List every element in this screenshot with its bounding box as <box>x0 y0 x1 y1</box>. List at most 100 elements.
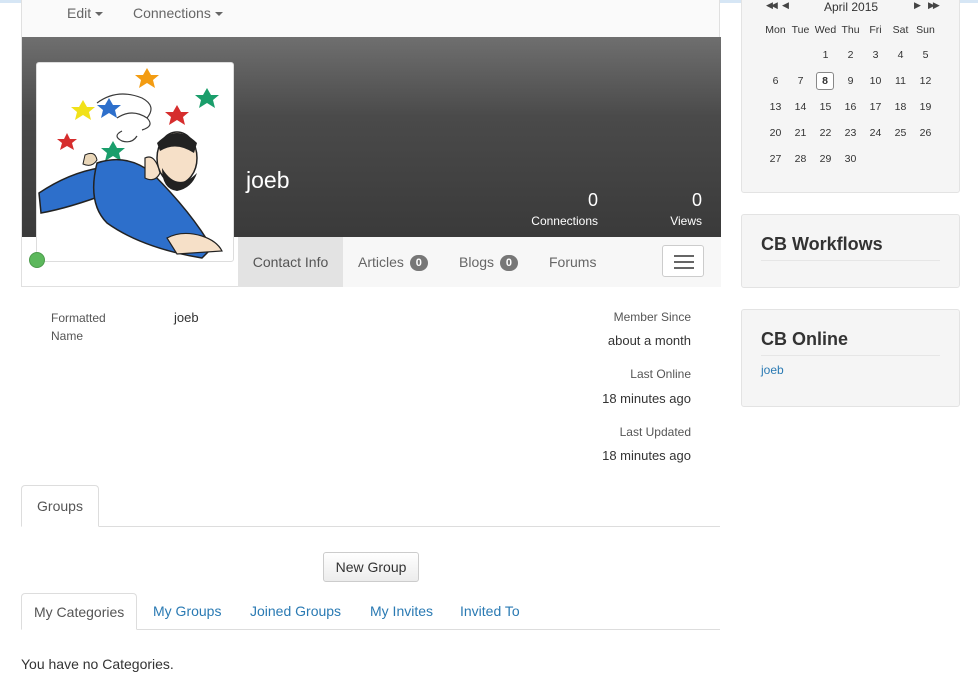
views-stat: 0 Views <box>650 190 702 228</box>
calendar-day[interactable]: 14 <box>788 101 813 113</box>
profile-card: Edit Connections joeb 0 Connections 0 Vi… <box>21 0 721 287</box>
views-stat-label: Views <box>670 214 702 228</box>
calendar-weekday-sun: Sun <box>916 24 935 36</box>
articles-count-badge: 0 <box>409 255 428 271</box>
subtab-my-groups[interactable]: My Groups <box>153 593 221 630</box>
calendar-day[interactable]: 3 <box>863 49 888 61</box>
tab-articles-label: Articles <box>358 254 404 270</box>
connections-count: 0 <box>587 190 598 210</box>
edit-menu-label: Edit <box>67 5 92 21</box>
formatted-name-value: joeb <box>174 310 199 325</box>
calendar-day[interactable]: 11 <box>888 75 913 87</box>
profile-menu-bar: Edit Connections <box>22 0 719 37</box>
calendar-day[interactable]: 15 <box>813 101 838 113</box>
connections-menu-label: Connections <box>133 5 211 21</box>
blogs-count-badge: 0 <box>499 255 519 271</box>
calendar-day[interactable]: 9 <box>838 75 863 87</box>
avatar[interactable] <box>36 62 234 262</box>
subtab-invited-to[interactable]: Invited To <box>460 593 520 630</box>
last-online-value: 18 minutes ago <box>602 391 691 406</box>
calendar-day[interactable]: 12 <box>913 75 938 87</box>
calendar-weekday-wed: Wed <box>814 24 837 36</box>
calendar-day[interactable]: 21 <box>788 127 813 139</box>
subtab-my-categories[interactable]: My Categories <box>21 593 138 630</box>
formatted-name-label-line1: Formatted <box>51 311 106 325</box>
calendar-day[interactable]: 26 <box>913 127 938 139</box>
tab-articles[interactable]: Articles 0 <box>358 237 428 287</box>
calendar-day[interactable]: 6 <box>763 75 788 87</box>
tab-forums[interactable]: Forums <box>549 237 596 287</box>
workflows-divider <box>761 260 940 261</box>
calendar-day[interactable]: 25 <box>888 127 913 139</box>
calendar-weekday-sat: Sat <box>892 24 909 36</box>
calendar-day[interactable]: 27 <box>763 153 788 165</box>
workflows-panel: CB Workflows <box>741 214 960 288</box>
calendar-weekday-thu: Thu <box>841 24 860 36</box>
calendar-day[interactable]: 4 <box>888 49 913 61</box>
last-online-label: Last Online <box>630 367 691 381</box>
formatted-name-label: Formatted Name <box>51 309 106 345</box>
calendar-weekday-tue: Tue <box>791 24 810 36</box>
calendar-weekday-mon: Mon <box>765 24 786 36</box>
avatar-cartoon-image <box>38 68 223 259</box>
profile-username: joeb <box>246 167 290 193</box>
member-since-label: Member Since <box>613 310 691 324</box>
calendar-day[interactable]: 28 <box>788 153 813 165</box>
formatted-name-label-line2: Name <box>51 329 84 343</box>
empty-categories-message: You have no Categories. <box>21 656 174 672</box>
subtab-joined-groups[interactable]: Joined Groups <box>250 593 341 630</box>
online-user-link[interactable]: joeb <box>761 363 784 377</box>
tab-contact-info[interactable]: Contact Info <box>238 237 343 287</box>
last-updated-label: Last Updated <box>619 425 691 439</box>
calendar-day-today[interactable]: 8 <box>816 72 834 90</box>
calendar-day[interactable]: 23 <box>838 127 863 139</box>
prev-month-icon[interactable]: ◀ <box>782 0 789 11</box>
menu-toggle-button[interactable] <box>662 245 704 277</box>
hamburger-icon <box>674 267 694 269</box>
groups-tab-divider <box>21 526 720 527</box>
online-panel: CB Online joeb <box>741 309 960 407</box>
online-status-indicator <box>29 252 45 268</box>
profile-tabs: Contact Info Articles 0 Blogs 0 Forums <box>238 237 721 287</box>
calendar-day[interactable]: 5 <box>913 49 938 61</box>
calendar-day[interactable]: 16 <box>838 101 863 113</box>
calendar-day[interactable]: 24 <box>863 127 888 139</box>
chevron-down-icon <box>214 12 223 17</box>
calendar-day[interactable]: 7 <box>788 75 813 87</box>
calendar-day[interactable]: 29 <box>813 153 838 165</box>
chevron-down-icon <box>95 12 104 17</box>
hamburger-icon <box>674 255 694 257</box>
calendar-weekday-fri: Fri <box>869 24 882 36</box>
calendar-day[interactable]: 30 <box>838 153 863 165</box>
workflows-title: CB Workflows <box>761 234 883 254</box>
online-divider <box>761 355 940 356</box>
calendar-day[interactable]: 2 <box>838 49 863 61</box>
calendar-day[interactable]: 19 <box>913 101 938 113</box>
calendar-panel: ◀◀ ◀ April 2015 ▶ ▶▶ Mon Tue Wed Thu Fri Sat S… <box>741 0 960 193</box>
calendar-month-label: April 2015 <box>824 0 879 14</box>
online-title: CB Online <box>761 329 849 349</box>
calendar-day[interactable]: 1 <box>813 49 838 61</box>
next-month-icon[interactable]: ▶ <box>914 0 921 11</box>
tab-blogs[interactable]: Blogs 0 <box>459 237 519 287</box>
calendar-day[interactable]: 17 <box>863 101 888 113</box>
next-year-icon[interactable]: ▶▶ <box>928 0 940 11</box>
tab-blogs-label: Blogs <box>459 254 495 270</box>
views-count: 0 <box>691 190 702 210</box>
calendar-day[interactable]: 22 <box>813 127 838 139</box>
calendar-day[interactable]: 18 <box>888 101 913 113</box>
new-group-button[interactable]: New Group <box>323 552 419 582</box>
connections-stat[interactable]: 0 Connections <box>526 190 598 228</box>
calendar-day[interactable]: 20 <box>763 127 788 139</box>
last-updated-value: 18 minutes ago <box>602 448 691 463</box>
connections-menu[interactable]: Connections <box>133 5 223 21</box>
connections-stat-label: Connections <box>531 214 598 228</box>
member-since-value: about a month <box>607 333 691 348</box>
hamburger-icon <box>674 261 694 263</box>
tab-groups[interactable]: Groups <box>21 485 99 527</box>
calendar-day[interactable]: 10 <box>863 75 888 87</box>
prev-year-icon[interactable]: ◀◀ <box>766 0 778 11</box>
edit-menu[interactable]: Edit <box>67 5 104 21</box>
calendar-day[interactable]: 13 <box>763 101 788 113</box>
subtab-my-invites[interactable]: My Invites <box>370 593 433 630</box>
